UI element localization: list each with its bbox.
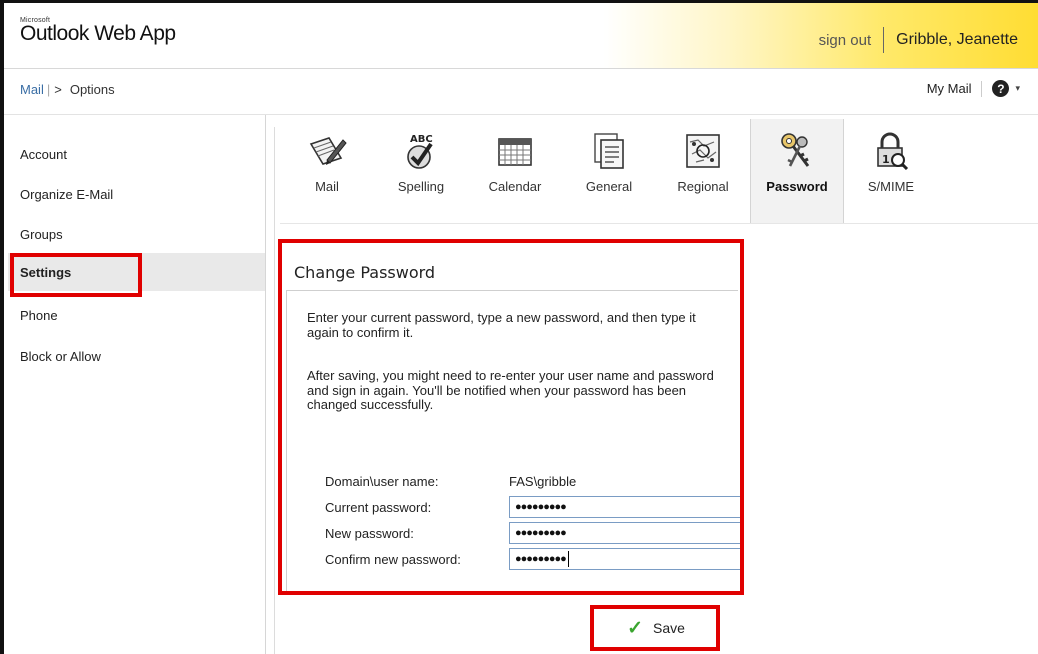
breadcrumb-separator: | — [46, 82, 51, 97]
options-tab-toolbar: Mail ABC Spelling Calendar General Regio… — [280, 119, 938, 223]
breadcrumb: Mail | > Options — [20, 82, 115, 97]
tab-mail[interactable]: Mail — [280, 119, 374, 223]
password-keys-icon — [776, 131, 818, 171]
breadcrumb-mail-link[interactable]: Mail — [20, 82, 44, 97]
tab-toolbar-underline — [280, 223, 1038, 224]
tab-general-label: General — [585, 179, 633, 194]
smime-lock-icon: 1 — [870, 131, 912, 171]
calendar-icon — [494, 131, 536, 171]
sign-out-link[interactable]: sign out — [819, 32, 884, 49]
tab-calendar-label: Calendar — [488, 179, 542, 194]
app-window: Microsoft Outlook Web App sign out Gribb… — [0, 0, 1038, 654]
options-sidebar: Account Organize E-Mail Groups Settings … — [4, 115, 266, 654]
general-icon — [588, 131, 630, 171]
sidebar-item-organize-email[interactable]: Organize E-Mail — [20, 187, 113, 202]
logo-title: Outlook Web App — [20, 22, 176, 45]
svg-text:1: 1 — [882, 153, 890, 166]
app-header: Microsoft Outlook Web App sign out Gribb… — [4, 3, 1038, 69]
help-dropdown-caret-icon[interactable]: ▾ — [1015, 83, 1020, 94]
tab-regional-label: Regional — [677, 179, 729, 194]
help-icon[interactable]: ? — [992, 80, 1010, 97]
sidebar-item-block-or-allow[interactable]: Block or Allow — [20, 349, 101, 364]
panel-highlight-box — [278, 239, 744, 595]
sidebar-item-phone[interactable]: Phone — [20, 308, 58, 323]
tab-general[interactable]: General — [562, 119, 656, 223]
breadcrumb-arrow-icon: > — [54, 82, 62, 97]
header-user-area: sign out Gribble, Jeanette — [819, 27, 1018, 53]
breadcrumb-options: Options — [69, 82, 115, 97]
tab-calendar[interactable]: Calendar — [468, 119, 562, 223]
mail-settings-icon — [306, 131, 348, 171]
top-right-links: My Mail ? ▾ — [927, 80, 1020, 97]
my-mail-link[interactable]: My Mail — [927, 81, 972, 96]
tab-spelling[interactable]: ABC Spelling — [374, 119, 468, 223]
outlook-logo: Microsoft Outlook Web App — [20, 17, 176, 46]
tab-spelling-label: Spelling — [397, 179, 445, 194]
my-mail-divider — [981, 80, 983, 97]
tab-password-label: Password — [766, 179, 828, 194]
tab-regional[interactable]: Regional — [656, 119, 750, 223]
tab-smime-label: S/MIME — [867, 179, 915, 194]
tab-smime[interactable]: 1 S/MIME — [844, 119, 938, 223]
content-divider — [274, 127, 275, 654]
header-divider — [883, 27, 885, 53]
regional-icon — [682, 131, 724, 171]
breadcrumb-bar: Mail | > Options My Mail ? ▾ — [4, 69, 1038, 115]
user-name[interactable]: Gribble, Jeanette — [896, 31, 1018, 49]
spelling-icon: ABC — [400, 131, 442, 171]
save-highlight-box — [590, 605, 720, 651]
tab-mail-label: Mail — [315, 179, 339, 194]
settings-highlight-box — [10, 253, 142, 297]
sidebar-item-account[interactable]: Account — [20, 147, 67, 162]
sidebar-item-groups[interactable]: Groups — [20, 227, 63, 242]
tab-password[interactable]: Password — [750, 119, 844, 223]
